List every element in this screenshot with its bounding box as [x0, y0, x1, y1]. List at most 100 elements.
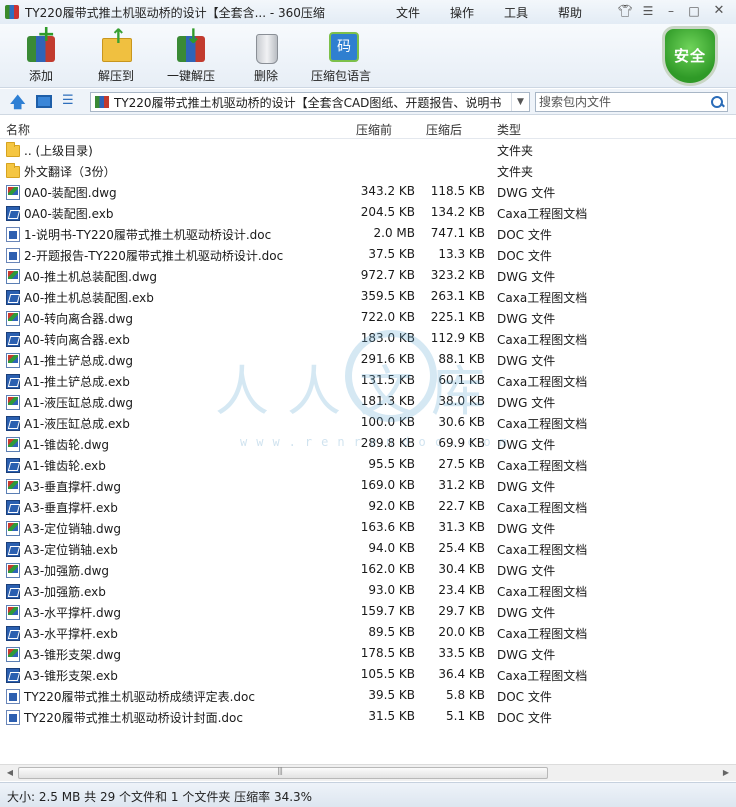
file-row[interactable]: A1-推土铲总成.exb 131.5 KB 60.1 KB Caxa工程图文档: [0, 370, 736, 391]
file-row[interactable]: A1-锥齿轮.dwg 289.8 KB 69.9 KB DWG 文件: [0, 433, 736, 454]
scroll-left-icon[interactable]: ◀: [4, 767, 16, 779]
file-row[interactable]: A3-水平撑杆.exb 89.5 KB 20.0 KB Caxa工程图文档: [0, 622, 736, 643]
file-name-cell: A3-锥形支架.dwg: [6, 646, 121, 663]
file-name-cell: .. (上级目录): [6, 142, 93, 159]
file-name: TY220履带式推土机驱动桥设计封面.doc: [24, 711, 243, 725]
compressed-size: 134.2 KB: [430, 205, 485, 219]
file-row[interactable]: 0A0-装配图.dwg 343.2 KB 118.5 KB DWG 文件: [0, 181, 736, 202]
file-row[interactable]: 1-说明书-TY220履带式推土机驱动桥设计.doc 2.0 MB 747.1 KB…: [0, 223, 736, 244]
file-row[interactable]: 外文翻译（3份） 文件夹: [0, 160, 736, 181]
list-view-icon[interactable]: ☰: [62, 94, 78, 109]
path-field[interactable]: TY220履带式推土机驱动桥的设计【全套含CAD图纸、开题报告、说明书 ▼: [90, 92, 530, 112]
dwg-file-icon: [6, 311, 20, 326]
file-type: Caxa工程图文档: [497, 627, 588, 641]
file-row[interactable]: A0-转向离合器.dwg 722.0 KB 225.1 KB DWG 文件: [0, 307, 736, 328]
file-name: A1-液压缸总成.dwg: [24, 396, 134, 410]
exb-file-icon: [6, 458, 20, 473]
column-name[interactable]: 名称: [6, 121, 30, 138]
scroll-right-icon[interactable]: ▶: [720, 767, 732, 779]
column-compressed-size[interactable]: 压缩后: [426, 121, 462, 138]
original-size: 95.5 KB: [368, 457, 415, 471]
file-type: DWG 文件: [497, 648, 556, 662]
one-click-extract-button[interactable]: 一键解压: [153, 24, 229, 86]
file-row[interactable]: A3-垂直撑杆.dwg 169.0 KB 31.2 KB DWG 文件: [0, 475, 736, 496]
horizontal-scrollbar[interactable]: ◀ ▶: [0, 764, 736, 781]
security-shield-badge[interactable]: 安全: [662, 26, 718, 86]
up-arrow-icon[interactable]: 🡅︎: [10, 94, 26, 110]
file-name: A1-液压缸总成.exb: [24, 417, 130, 431]
file-row[interactable]: A1-液压缸总成.exb 100.0 KB 30.6 KB Caxa工程图文档: [0, 412, 736, 433]
file-row[interactable]: A1-推土铲总成.dwg 291.6 KB 88.1 KB DWG 文件: [0, 349, 736, 370]
original-size: 359.5 KB: [360, 289, 415, 303]
file-name-cell: A3-定位销轴.dwg: [6, 520, 121, 537]
file-row[interactable]: A3-定位销轴.exb 94.0 KB 25.4 KB Caxa工程图文档: [0, 538, 736, 559]
skin-shirt-icon[interactable]: 👕︎: [616, 2, 634, 20]
compressed-size: 31.2 KB: [438, 478, 485, 492]
address-bar: 🡅︎ ☰ TY220履带式推土机驱动桥的设计【全套含CAD图纸、开题报告、说明书…: [0, 89, 736, 115]
file-row[interactable]: A3-锥形支架.dwg 178.5 KB 33.5 KB DWG 文件: [0, 643, 736, 664]
file-type: DWG 文件: [497, 354, 556, 368]
compressed-size: 323.2 KB: [430, 268, 485, 282]
minimize-icon[interactable]: –: [662, 2, 680, 20]
file-row[interactable]: TY220履带式推土机驱动桥设计封面.doc 31.5 KB 5.1 KB DOC 文…: [0, 706, 736, 727]
file-row[interactable]: TY220履带式推土机驱动桥成绩评定表.doc 39.5 KB 5.8 KB DOC …: [0, 685, 736, 706]
file-type: Caxa工程图文档: [497, 417, 588, 431]
delete-button[interactable]: 删除: [228, 28, 304, 86]
file-row[interactable]: A3-加强筋.exb 93.0 KB 23.4 KB Caxa工程图文档: [0, 580, 736, 601]
feedback-icon[interactable]: ☰: [639, 2, 657, 20]
file-name-cell: A1-液压缸总成.dwg: [6, 394, 133, 411]
original-size: 722.0 KB: [360, 310, 415, 324]
add-button[interactable]: 添加: [3, 22, 79, 86]
file-type: DWG 文件: [497, 480, 556, 494]
file-row[interactable]: A0-转向离合器.exb 183.0 KB 112.9 KB Caxa工程图文档: [0, 328, 736, 349]
file-type: 文件夹: [497, 165, 534, 179]
file-name-cell: A3-加强筋.dwg: [6, 562, 109, 579]
file-row[interactable]: A3-垂直撑杆.exb 92.0 KB 22.7 KB Caxa工程图文档: [0, 496, 736, 517]
maximize-icon[interactable]: □: [685, 2, 703, 20]
status-text: 大小: 2.5 MB 共 29 个文件和 1 个文件夹 压缩率 34.3%: [7, 790, 313, 804]
original-size: 131.5 KB: [360, 373, 415, 387]
file-row[interactable]: A3-锥形支架.exb 105.5 KB 36.4 KB Caxa工程图文档: [0, 664, 736, 685]
file-row[interactable]: A0-推土机总装配图.exb 359.5 KB 263.1 KB Caxa工程图文档: [0, 286, 736, 307]
scrollbar-thumb[interactable]: [18, 766, 548, 779]
doc-file-icon: [6, 710, 20, 725]
file-type: DWG 文件: [497, 186, 556, 200]
dwg-file-icon: [6, 269, 20, 284]
file-name: 0A0-装配图.dwg: [24, 186, 117, 200]
file-type: DWG 文件: [497, 312, 556, 326]
file-row[interactable]: .. (上级目录) 文件夹: [0, 139, 736, 160]
file-name-cell: 1-说明书-TY220履带式推土机驱动桥设计.doc: [6, 226, 271, 243]
close-icon[interactable]: ✕: [708, 2, 730, 20]
file-row[interactable]: A3-加强筋.dwg 162.0 KB 30.4 KB DWG 文件: [0, 559, 736, 580]
file-name-cell: A3-水平撑杆.exb: [6, 625, 118, 642]
original-size: 972.7 KB: [360, 268, 415, 282]
dwg-file-icon: [6, 353, 20, 368]
exb-file-icon: [6, 416, 20, 431]
search-icon[interactable]: [709, 94, 725, 110]
archive-language-button[interactable]: 压缩包语言: [303, 28, 379, 86]
extract-to-button[interactable]: 解压到: [78, 24, 154, 86]
compressed-size: 36.4 KB: [438, 667, 485, 681]
menu-help[interactable]: 帮助: [558, 4, 582, 21]
thumbnail-view-icon[interactable]: [36, 95, 52, 108]
menu-operation[interactable]: 操作: [450, 4, 474, 21]
search-input[interactable]: [536, 93, 706, 111]
chevron-down-icon[interactable]: ▼: [511, 93, 529, 111]
file-type: Caxa工程图文档: [497, 333, 588, 347]
file-name: 0A0-装配图.exb: [24, 207, 114, 221]
file-name: A3-加强筋.exb: [24, 585, 106, 599]
file-row[interactable]: 0A0-装配图.exb 204.5 KB 134.2 KB Caxa工程图文档: [0, 202, 736, 223]
menu-tools[interactable]: 工具: [504, 4, 528, 21]
file-row[interactable]: A1-液压缸总成.dwg 181.3 KB 38.0 KB DWG 文件: [0, 391, 736, 412]
file-row[interactable]: A0-推土机总装配图.dwg 972.7 KB 323.2 KB DWG 文件: [0, 265, 736, 286]
column-original-size[interactable]: 压缩前: [356, 121, 392, 138]
file-row[interactable]: 2-开题报告-TY220履带式推土机驱动桥设计.doc 37.5 KB 13.3 K…: [0, 244, 736, 265]
file-row[interactable]: A1-锥齿轮.exb 95.5 KB 27.5 KB Caxa工程图文档: [0, 454, 736, 475]
menu-file[interactable]: 文件: [396, 4, 420, 21]
file-row[interactable]: A3-定位销轴.dwg 163.6 KB 31.3 KB DWG 文件: [0, 517, 736, 538]
file-row[interactable]: A3-水平撑杆.dwg 159.7 KB 29.7 KB DWG 文件: [0, 601, 736, 622]
column-type[interactable]: 类型: [497, 121, 521, 138]
file-name: A3-加强筋.dwg: [24, 564, 110, 578]
window-controls: 👕︎ ☰ – □ ✕: [616, 2, 730, 20]
archive-icon: [95, 96, 109, 108]
